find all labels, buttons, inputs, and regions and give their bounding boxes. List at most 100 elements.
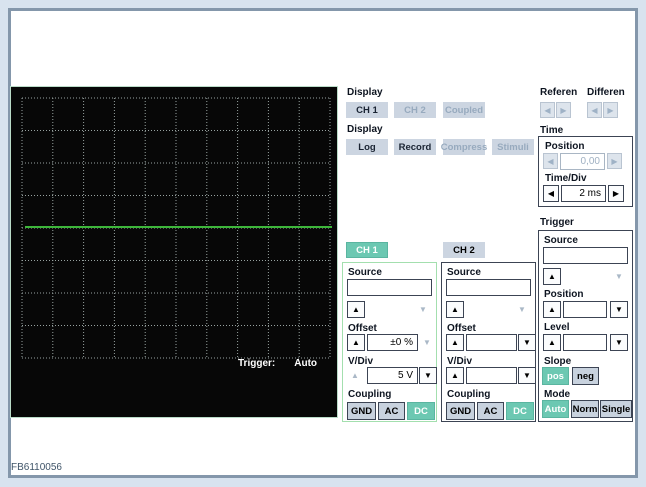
difference-next-button[interactable]: ▶ [603, 102, 618, 118]
ch1-coupling-dc-button[interactable]: DC [407, 402, 435, 420]
trigger-slope-neg-button[interactable]: neg [572, 367, 599, 385]
trigger-level-field[interactable] [563, 334, 607, 351]
down-arrow-icon: ▼ [518, 305, 526, 314]
time-position-field[interactable]: 0,00 [560, 153, 605, 170]
ch2-source-field[interactable] [446, 279, 531, 296]
up-arrow-icon: ▲ [451, 338, 459, 347]
ch1-vdiv-down-button[interactable]: ▼ [419, 367, 437, 384]
trigger-source-label: Source [544, 235, 578, 246]
trigger-source-up-button[interactable]: ▲ [543, 268, 561, 285]
ch1-source-label: Source [348, 267, 382, 278]
display-log-button[interactable]: Log [346, 139, 388, 155]
display-channels-label: Display [347, 87, 383, 98]
ch1-offset-up-button[interactable]: ▲ [347, 334, 365, 351]
oscilloscope-app: Trigger: Auto Display CH 1 CH 2 Coupled … [0, 0, 646, 487]
reference-label: Referen [540, 87, 578, 98]
time-group-label: Time [540, 125, 564, 136]
trigger-source-down-button[interactable]: ▼ [611, 268, 627, 285]
trigger-source-field[interactable] [543, 247, 628, 264]
ch1-coupling-ac-button[interactable]: AC [378, 402, 405, 420]
timediv-decrement-button[interactable]: ◀ [543, 185, 559, 202]
display-ch2-button[interactable]: CH 2 [394, 102, 436, 118]
display-ch1-button[interactable]: CH 1 [346, 102, 388, 118]
difference-prev-button[interactable]: ◀ [587, 102, 602, 118]
time-position-decrement-button[interactable]: ◀ [543, 153, 558, 169]
ch2-coupling-ac-button[interactable]: AC [477, 402, 504, 420]
ch2-source-label: Source [447, 267, 481, 278]
left-arrow-icon: ◀ [591, 105, 598, 115]
ch2-coupling-dc-button[interactable]: DC [506, 402, 534, 420]
trigger-level-down-button[interactable]: ▼ [610, 334, 628, 351]
down-arrow-icon: ▼ [615, 305, 623, 314]
ch1-tab[interactable]: CH 1 [346, 242, 388, 258]
ch1-vdiv-field[interactable]: 5 V [367, 367, 418, 384]
ch1-panel: Source ▲ ▼ Offset ▲ ±0 % ▼ V/Div ▲ 5 V ▼… [342, 262, 437, 422]
timediv-field[interactable]: 2 ms [561, 185, 606, 202]
reference-prev-button[interactable]: ◀ [540, 102, 555, 118]
time-position-increment-button[interactable]: ▶ [607, 153, 622, 169]
ch1-source-field[interactable] [347, 279, 432, 296]
ch1-source-up-button[interactable]: ▲ [347, 301, 365, 318]
ch2-source-up-button[interactable]: ▲ [446, 301, 464, 318]
trigger-position-field[interactable] [563, 301, 607, 318]
left-arrow-icon: ◀ [544, 105, 551, 115]
down-arrow-icon: ▼ [523, 338, 531, 347]
down-arrow-icon: ▼ [424, 371, 432, 380]
trigger-position-label: Position [544, 289, 584, 300]
trigger-readout-label: Trigger: [238, 358, 276, 369]
trigger-mode-single-button[interactable]: Single [600, 400, 632, 418]
trace-line [25, 226, 332, 228]
down-arrow-icon: ▼ [615, 272, 623, 281]
figure-code: FB6110056 [11, 462, 62, 473]
ch2-offset-label: Offset [447, 323, 476, 334]
ch2-offset-up-button[interactable]: ▲ [446, 334, 464, 351]
down-arrow-icon: ▼ [615, 338, 623, 347]
ch1-offset-field[interactable]: ±0 % [367, 334, 418, 351]
ch2-vdiv-field[interactable] [466, 367, 517, 384]
trigger-slope-pos-button[interactable]: pos [542, 367, 569, 385]
reference-next-button[interactable]: ▶ [556, 102, 571, 118]
display-modes-label: Display [347, 124, 383, 135]
trigger-mode-auto-button[interactable]: Auto [542, 400, 569, 418]
ch1-vdiv-up-button[interactable]: ▲ [347, 367, 363, 384]
ch2-panel: Source ▲ ▼ Offset ▲ ▼ V/Div ▲ ▼ Coupling… [441, 262, 536, 422]
ch2-coupling-label: Coupling [447, 389, 491, 400]
ch2-source-down-button[interactable]: ▼ [514, 301, 530, 318]
ch2-vdiv-down-button[interactable]: ▼ [518, 367, 536, 384]
display-compress-button[interactable]: Compress [441, 139, 487, 155]
trigger-position-up-button[interactable]: ▲ [543, 301, 561, 318]
trigger-group-label: Trigger [540, 217, 574, 228]
time-position-label: Position [545, 141, 585, 152]
ch1-vdiv-label: V/Div [348, 356, 374, 367]
ch2-vdiv-up-button[interactable]: ▲ [446, 367, 464, 384]
timediv-increment-button[interactable]: ▶ [608, 185, 624, 202]
display-record-button[interactable]: Record [394, 139, 436, 155]
trigger-mode-label: Mode [544, 389, 571, 400]
display-coupled-button[interactable]: Coupled [443, 102, 485, 118]
down-arrow-icon: ▼ [523, 371, 531, 380]
up-arrow-icon: ▲ [548, 305, 556, 314]
ch2-offset-field[interactable] [466, 334, 517, 351]
ch1-offset-label: Offset [348, 323, 377, 334]
trigger-level-label: Level [544, 322, 570, 333]
display-stimuli-button[interactable]: Stimuli [492, 139, 534, 155]
ch2-offset-down-button[interactable]: ▼ [518, 334, 536, 351]
scope-grid [21, 97, 331, 359]
left-arrow-icon: ◀ [547, 156, 554, 166]
ch2-coupling-gnd-button[interactable]: GND [446, 402, 475, 420]
ch1-source-down-button[interactable]: ▼ [415, 301, 431, 318]
left-arrow-icon: ◀ [547, 189, 555, 198]
right-arrow-icon: ▶ [560, 105, 567, 115]
up-arrow-icon: ▲ [351, 371, 359, 380]
ch1-offset-down-button[interactable]: ▼ [419, 334, 435, 351]
up-arrow-icon: ▲ [352, 305, 360, 314]
ch1-coupling-gnd-button[interactable]: GND [347, 402, 376, 420]
ch2-tab[interactable]: CH 2 [443, 242, 485, 258]
scope-display: Trigger: Auto [10, 86, 338, 418]
trigger-position-down-button[interactable]: ▼ [610, 301, 628, 318]
up-arrow-icon: ▲ [451, 305, 459, 314]
trigger-readout: Trigger: Auto [238, 358, 317, 369]
trigger-mode-norm-button[interactable]: Norm [571, 400, 599, 418]
trigger-level-up-button[interactable]: ▲ [543, 334, 561, 351]
up-arrow-icon: ▲ [548, 338, 556, 347]
